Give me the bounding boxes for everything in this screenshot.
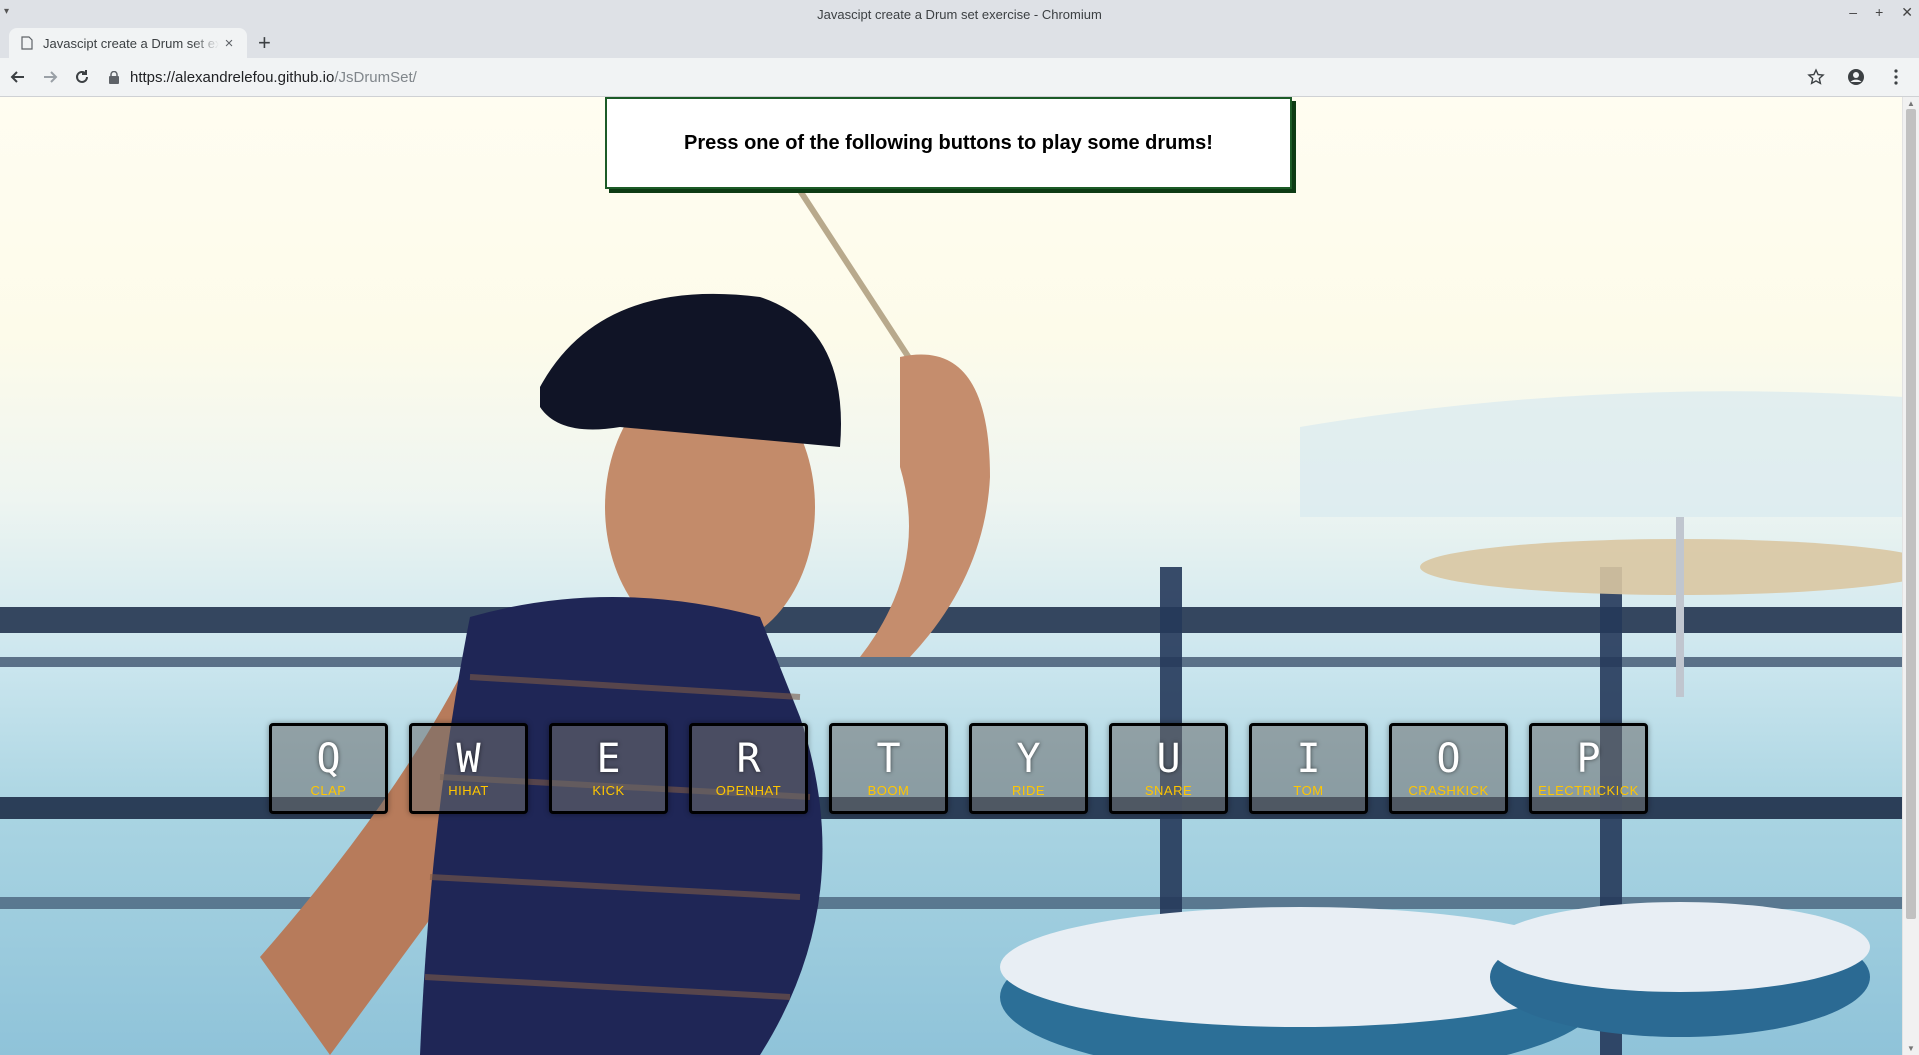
close-window-icon[interactable]: ✕ xyxy=(1901,4,1913,21)
drum-key-u[interactable]: U SNARE xyxy=(1109,723,1228,814)
page-icon xyxy=(21,36,33,50)
maximize-icon[interactable]: + xyxy=(1875,4,1883,21)
key-letter: P xyxy=(1576,736,1601,782)
tab-strip: Javascipt create a Drum set exercise × + xyxy=(0,28,1919,58)
drum-key-w[interactable]: W HIHAT xyxy=(409,723,528,814)
key-letter: R xyxy=(736,736,761,782)
drum-key-y[interactable]: Y RIDE xyxy=(969,723,1088,814)
window-controls: – + ✕ xyxy=(1849,4,1913,21)
sound-label: CRASHKICK xyxy=(1408,783,1489,798)
tab-title: Javascipt create a Drum set exercise xyxy=(43,35,219,51)
account-icon xyxy=(1848,69,1864,85)
more-vert-icon xyxy=(1894,69,1898,85)
scroll-down-icon[interactable]: ▼ xyxy=(1907,1044,1915,1053)
page-viewport: Press one of the following buttons to pl… xyxy=(0,97,1903,1055)
back-button[interactable] xyxy=(2,61,34,93)
drummer-background-image xyxy=(0,135,1903,1055)
minimize-icon[interactable]: – xyxy=(1849,4,1857,21)
sound-label: CLAP xyxy=(310,783,347,798)
scrollbar-thumb[interactable] xyxy=(1906,109,1916,919)
star-icon xyxy=(1807,68,1825,85)
bookmark-button[interactable] xyxy=(1803,64,1829,90)
key-letter: T xyxy=(876,736,901,782)
forward-arrow-icon xyxy=(44,71,58,83)
address-bar[interactable]: https://alexandrelefou.github.io/JsDrumS… xyxy=(108,63,1808,91)
back-arrow-icon xyxy=(10,71,24,83)
page-heading: Press one of the following buttons to pl… xyxy=(684,131,1213,154)
toolbar-actions xyxy=(1803,64,1909,90)
window-title: Javascipt create a Drum set exercise - C… xyxy=(817,6,1102,22)
sound-label: KICK xyxy=(592,783,625,798)
forward-button[interactable] xyxy=(34,61,66,93)
drum-keys: Q CLAP W HIHAT E KICK R OPENHAT T BOOM Y RIDE … xyxy=(269,723,1648,814)
drum-key-q[interactable]: Q CLAP xyxy=(269,723,388,814)
drum-key-i[interactable]: I TOM xyxy=(1249,723,1368,814)
key-letter: U xyxy=(1156,736,1181,782)
drum-key-r[interactable]: R OPENHAT xyxy=(689,723,808,814)
tab-close-icon[interactable]: × xyxy=(219,35,239,52)
lock-icon xyxy=(109,70,119,84)
key-letter: Y xyxy=(1016,736,1041,782)
sound-label: OPENHAT xyxy=(715,783,782,798)
browser-toolbar: https://alexandrelefou.github.io/JsDrumS… xyxy=(0,58,1919,97)
sound-label: TOM xyxy=(1293,783,1324,798)
url-host: https://alexandrelefou.github.io xyxy=(130,68,335,86)
new-tab-button[interactable]: + xyxy=(258,30,271,56)
profile-button[interactable] xyxy=(1843,64,1869,90)
window-menu-icon[interactable]: ▾ xyxy=(4,6,9,17)
vertical-scrollbar[interactable]: ▲ ▼ xyxy=(1902,97,1919,1055)
sound-label: SNARE xyxy=(1144,783,1193,798)
sound-label: BOOM xyxy=(867,783,910,798)
sound-label: RIDE xyxy=(1011,783,1046,798)
key-letter: Q xyxy=(316,736,341,782)
sound-label: HIHAT xyxy=(448,783,489,798)
drum-key-t[interactable]: T BOOM xyxy=(829,723,948,814)
reload-icon xyxy=(76,70,88,83)
instructions-banner: Press one of the following buttons to pl… xyxy=(605,97,1292,189)
drum-key-o[interactable]: O CRASHKICK xyxy=(1389,723,1508,814)
key-letter: E xyxy=(596,736,621,782)
reload-button[interactable] xyxy=(66,61,98,93)
scroll-up-icon[interactable]: ▲ xyxy=(1907,99,1915,108)
window-titlebar: ▾ Javascipt create a Drum set exercise -… xyxy=(0,0,1919,28)
key-letter: W xyxy=(456,736,481,782)
tab-active[interactable]: Javascipt create a Drum set exercise × xyxy=(9,28,247,58)
menu-button[interactable] xyxy=(1883,64,1909,90)
sound-label: ELECTRICKICK xyxy=(1538,783,1639,798)
drum-key-e[interactable]: E KICK xyxy=(549,723,668,814)
key-letter: O xyxy=(1436,736,1461,782)
url-path: /JsDrumSet/ xyxy=(334,68,417,86)
key-letter: I xyxy=(1296,736,1321,782)
drum-key-p[interactable]: P ELECTRICKICK xyxy=(1529,723,1648,814)
